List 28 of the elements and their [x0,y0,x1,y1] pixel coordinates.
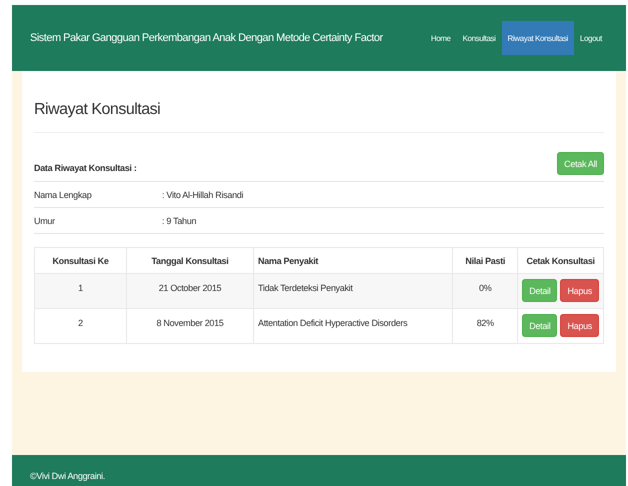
table-cell: Tidak Terdeteksi Penyakit [254,274,453,308]
detail-button[interactable]: Detail [522,279,558,302]
delete-button[interactable]: Hapus [560,279,599,302]
table-cell: 0% [452,274,518,308]
nav-link[interactable]: Home [424,21,457,55]
detail-button[interactable]: Detail [522,314,558,337]
field-label: Nama Lengkap [34,190,92,200]
field-value: : 9 Tahun [162,216,196,226]
nav-link[interactable]: Konsultasi [456,21,502,55]
field-value: : Vito Al-Hillah Risandi [162,190,244,200]
nav-link[interactable]: Logout [574,21,608,55]
field-label: Umur [34,216,56,226]
column-header: Tanggal Konsultasi [126,248,254,274]
table-cell: 1 [34,274,126,308]
column-header: Konsultasi Ke [34,248,126,274]
footer-text: ©Vivi Dwi Anggraini. [30,471,106,481]
nav-link[interactable]: Riwayat Konsultasi [502,21,574,55]
table-cell: Attentation Deficit Hyperactive Disorders [254,308,453,344]
delete-button[interactable]: Hapus [560,314,599,337]
section-title: Data Riwayat Konsultasi : [34,163,137,175]
column-header: Nama Penyakit [254,248,453,274]
table-cell: 82% [452,308,518,344]
table-cell: 2 [34,308,126,344]
print-all-button[interactable]: Cetak All [557,152,604,175]
table-cell: 8 November 2015 [126,308,254,344]
page-title: Riwayat Konsultasi [34,101,604,133]
site-title: Sistem Pakar Gangguan Perkembangan Anak Dengan Metode Certainty Factor [30,32,384,44]
table-cell: 21 October 2015 [126,274,254,308]
